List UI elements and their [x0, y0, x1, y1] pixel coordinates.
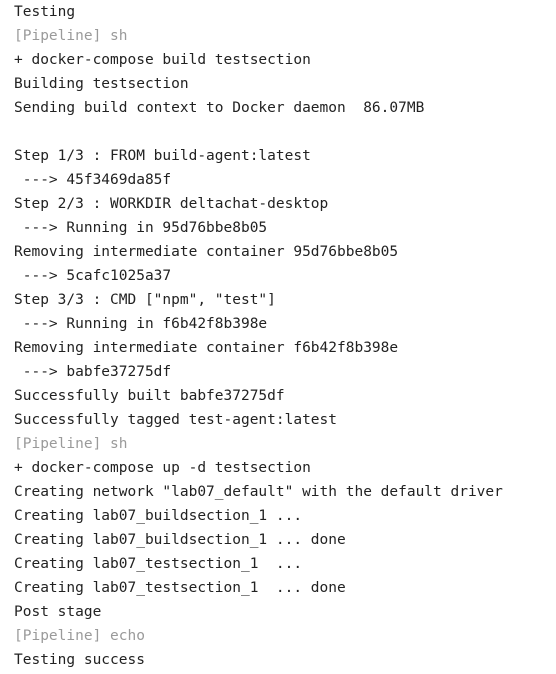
pipeline-step-line: [Pipeline] sh: [14, 436, 128, 452]
console-line: Testing: [14, 4, 76, 20]
console-line: Creating network "lab07_default" with th…: [14, 484, 503, 500]
console-line: Step 3/3 : CMD ["npm", "test"]: [14, 292, 276, 308]
console-line: + docker-compose up -d testsection: [14, 460, 311, 476]
console-line: Removing intermediate container 95d76bbe…: [14, 244, 399, 260]
console-line: Sending build context to Docker daemon 8…: [14, 100, 425, 116]
console-output: Testing [Pipeline] sh + docker-compose bui…: [14, 0, 550, 674]
console-line: Step 2/3 : WORKDIR deltachat-desktop: [14, 196, 329, 212]
console-line: Post stage: [14, 604, 102, 620]
console-line: ---> babfe37275df: [14, 364, 172, 380]
console-line: Removing intermediate container f6b42f8b…: [14, 340, 399, 356]
console-line: ---> 45f3469da85f: [14, 172, 172, 188]
console-line: Creating lab07_testsection_1 ... done: [14, 580, 346, 596]
console-line: Successfully tagged test-agent:latest: [14, 412, 338, 428]
pipeline-step-line: [Pipeline] echo: [14, 628, 145, 644]
pipeline-step-line: [Pipeline] sh: [14, 28, 128, 44]
console-line: Building testsection: [14, 76, 189, 92]
console-line: ---> Running in 95d76bbe8b05: [14, 220, 268, 236]
console-line: Creating lab07_buildsection_1 ...: [14, 508, 303, 524]
console-line: ---> 5cafc1025a37: [14, 268, 172, 284]
console-line: Creating lab07_buildsection_1 ... done: [14, 532, 346, 548]
console-line: Step 1/3 : FROM build-agent:latest: [14, 148, 311, 164]
console-line: ---> Running in f6b42f8b398e: [14, 316, 268, 332]
console-line: Creating lab07_testsection_1 ...: [14, 556, 303, 572]
console-line: + docker-compose build testsection: [14, 52, 311, 68]
console-line: Successfully built babfe37275df: [14, 388, 285, 404]
console-line: Testing success: [14, 652, 145, 668]
